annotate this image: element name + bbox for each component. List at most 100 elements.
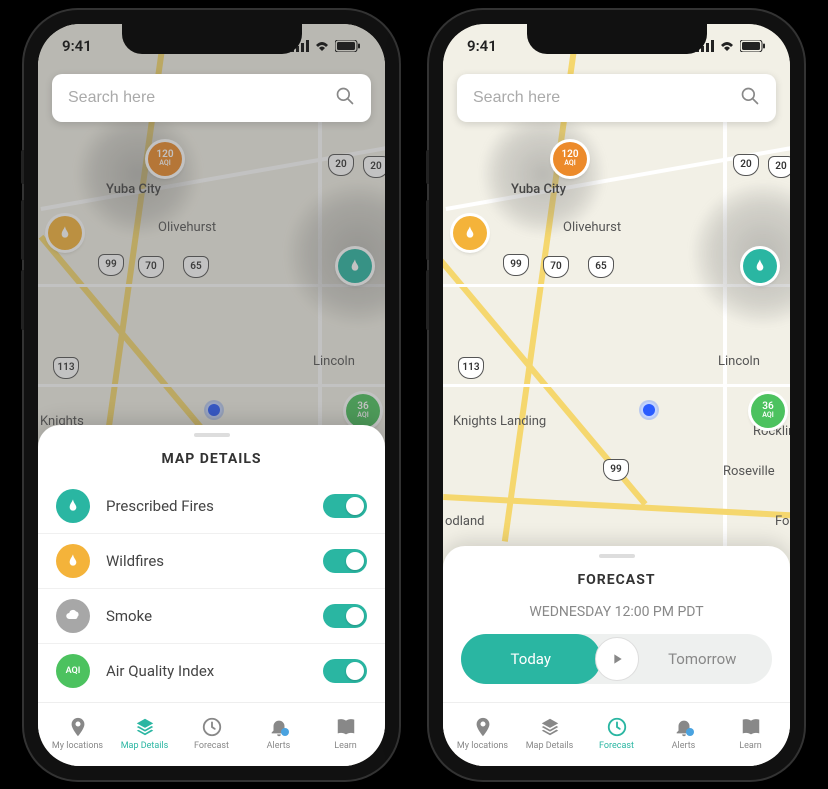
aqi-marker[interactable]: 36 AQI	[346, 394, 380, 428]
tab-label: Forecast	[599, 741, 634, 751]
city-label: Olivehurst	[563, 220, 621, 235]
notch	[122, 24, 302, 54]
battery-icon	[335, 40, 361, 52]
forecast-play-button[interactable]	[595, 637, 639, 681]
detail-row-aqi: AQI Air Quality Index	[38, 644, 385, 698]
toggle-prescribed[interactable]	[323, 494, 367, 518]
tab-label: Learn	[739, 741, 762, 751]
aqi-marker[interactable]: 120 AQI	[148, 142, 182, 176]
city-label: Yuba City	[511, 182, 566, 197]
detail-row-label: Air Quality Index	[106, 662, 323, 680]
toggle-wildfires[interactable]	[323, 549, 367, 573]
tab-my-locations[interactable]: My locations	[449, 709, 516, 758]
user-location-dot	[208, 404, 220, 416]
map-details-sheet[interactable]: MAP DETAILS Prescribed Fires Wildfires	[38, 425, 385, 702]
sheet-title: MAP DETAILS	[38, 445, 385, 479]
phone-left: 9:41	[24, 10, 399, 780]
aqi-sub: AQI	[159, 160, 170, 167]
toggle-smoke[interactable]	[323, 604, 367, 628]
flame-icon	[57, 225, 73, 241]
wildfire-icon	[56, 544, 90, 578]
aqi-marker[interactable]: 120 AQI	[553, 142, 587, 176]
smoke-icon	[56, 599, 90, 633]
tab-learn[interactable]: Learn	[717, 709, 784, 758]
alert-badge	[281, 728, 289, 736]
detail-row-label: Prescribed Fires	[106, 497, 323, 515]
tab-label: Alerts	[267, 741, 291, 751]
search-icon[interactable]	[740, 86, 760, 110]
layers-icon	[539, 716, 561, 738]
aqi-icon: AQI	[56, 654, 90, 688]
screen-right: 9:41 99 70	[443, 24, 790, 766]
status-time: 9:41	[467, 37, 497, 55]
wildfire-marker[interactable]	[48, 216, 82, 250]
sheet-handle[interactable]	[194, 433, 230, 437]
tab-label: Map Details	[121, 741, 169, 751]
highway-shield: 99	[503, 254, 529, 276]
detail-row-label: Smoke	[106, 607, 323, 625]
screen-left: 9:41	[38, 24, 385, 766]
road-hwy	[443, 494, 790, 520]
search-box[interactable]	[457, 74, 776, 122]
notch	[527, 24, 707, 54]
tab-my-locations[interactable]: My locations	[44, 709, 111, 758]
tab-learn[interactable]: Learn	[312, 709, 379, 758]
highway-shield: 113	[458, 357, 484, 379]
forecast-sheet[interactable]: FORECAST WEDNESDAY 12:00 PM PDT Today To…	[443, 546, 790, 702]
smoke-cloud	[78, 114, 198, 234]
aqi-sub: AQI	[357, 412, 368, 419]
city-label: Lincoln	[718, 354, 760, 369]
tab-forecast[interactable]: Forecast	[583, 709, 650, 758]
status-time: 9:41	[62, 37, 92, 55]
highway-shield: 20	[733, 154, 759, 176]
tab-label: My locations	[457, 741, 508, 751]
search-input[interactable]	[68, 89, 335, 107]
highway-shield: 20	[768, 156, 790, 178]
city-label: odland	[445, 514, 485, 529]
tab-alerts[interactable]: Alerts	[245, 709, 312, 758]
flame-icon	[347, 258, 363, 274]
detail-row-prescribed: Prescribed Fires	[38, 479, 385, 534]
detail-row-smoke: Smoke	[38, 589, 385, 644]
user-location-dot	[643, 404, 655, 416]
tab-map-details[interactable]: Map Details	[516, 709, 583, 758]
aqi-marker[interactable]: 36 AQI	[751, 394, 785, 428]
status-icons	[696, 40, 766, 52]
city-label: Roseville	[723, 464, 775, 479]
pin-icon	[472, 716, 494, 738]
road	[723, 94, 727, 594]
clock-icon	[606, 716, 628, 738]
tab-forecast[interactable]: Forecast	[178, 709, 245, 758]
sheet-title: FORECAST	[443, 566, 790, 600]
highway-shield: 70	[138, 256, 164, 278]
sheet-handle[interactable]	[599, 554, 635, 558]
clock-icon	[201, 716, 223, 738]
tab-label: My locations	[52, 741, 103, 751]
forecast-time: WEDNESDAY 12:00 PM PDT	[443, 600, 790, 634]
tab-label: Forecast	[194, 741, 229, 751]
prescribed-fire-marker[interactable]	[743, 249, 777, 283]
wildfire-marker[interactable]	[453, 216, 487, 250]
highway-shield: 70	[543, 256, 569, 278]
toggle-aqi[interactable]	[323, 659, 367, 683]
prescribed-fire-marker[interactable]	[338, 249, 372, 283]
phone-right: 9:41 99 70	[429, 10, 804, 780]
smoke-cloud	[693, 184, 790, 324]
prescribed-fire-icon	[56, 489, 90, 523]
highway-shield: 65	[588, 256, 614, 278]
search-box[interactable]	[52, 74, 371, 122]
segment-today[interactable]: Today	[461, 634, 601, 684]
detail-row-wildfires: Wildfires	[38, 534, 385, 589]
search-icon[interactable]	[335, 86, 355, 110]
forecast-segmented: Today Tomorrow	[461, 634, 772, 684]
city-label: Lincoln	[313, 354, 355, 369]
aqi-sub: AQI	[564, 160, 575, 167]
tab-alerts[interactable]: Alerts	[650, 709, 717, 758]
flame-icon	[752, 258, 768, 274]
highway-shield: 99	[98, 254, 124, 276]
highway-shield: 99	[603, 459, 629, 481]
flame-icon	[462, 225, 478, 241]
segment-tomorrow[interactable]: Tomorrow	[633, 650, 773, 668]
search-input[interactable]	[473, 89, 740, 107]
tab-map-details[interactable]: Map Details	[111, 709, 178, 758]
